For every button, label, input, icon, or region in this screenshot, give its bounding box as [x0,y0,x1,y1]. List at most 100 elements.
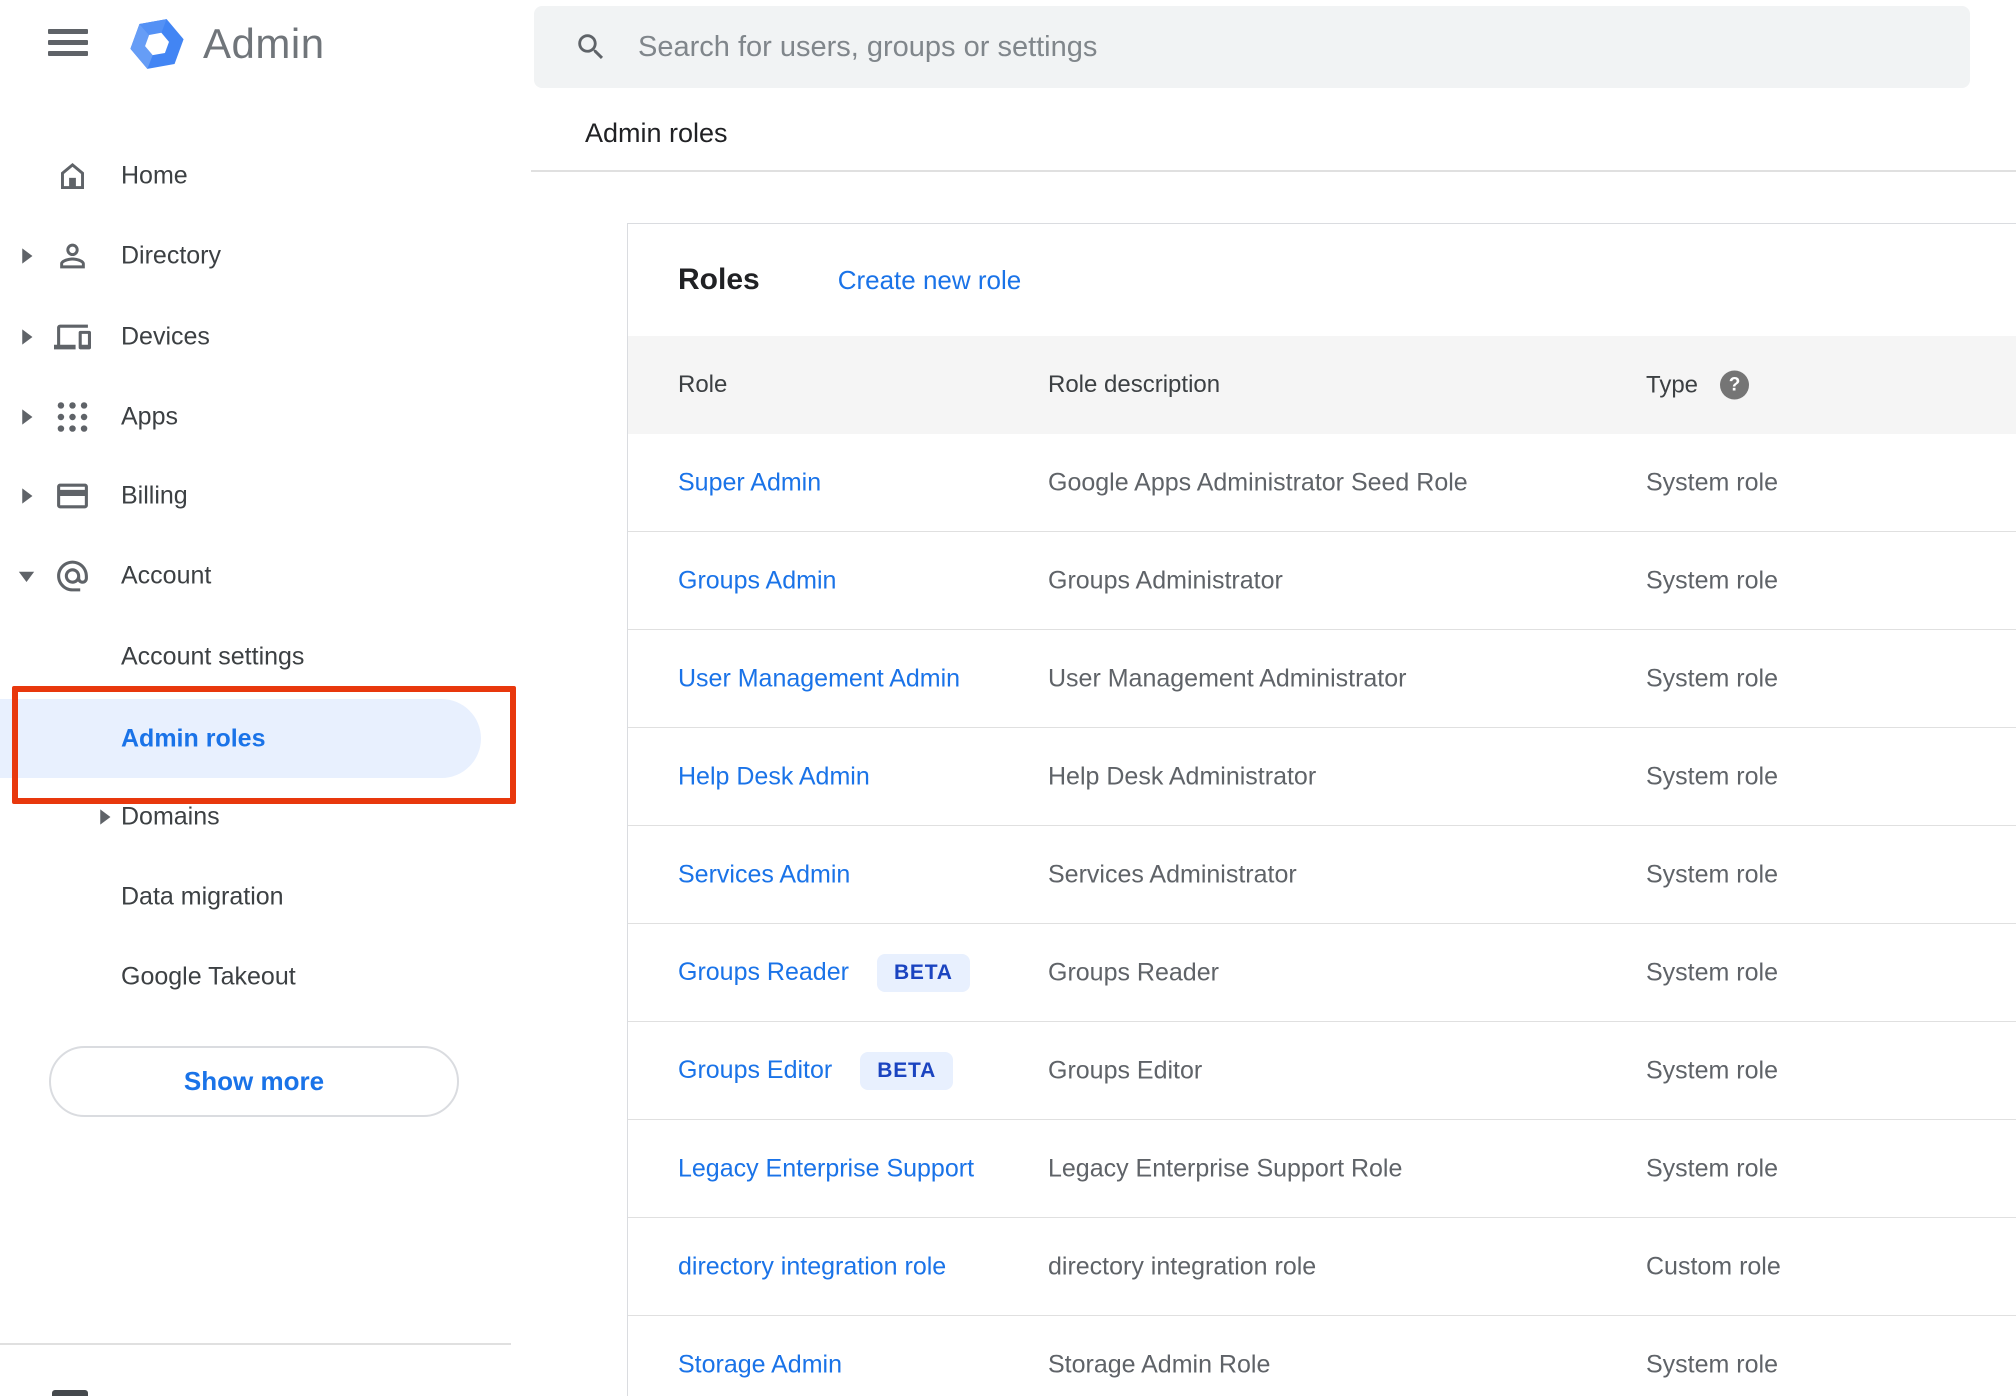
sidebar-item-label: Google Takeout [121,962,296,991]
role-type: Custom role [1646,1252,1781,1280]
role-type: System role [1646,1056,1778,1084]
help-icon[interactable]: ? [1720,370,1750,400]
chevron-down-icon[interactable] [18,568,35,585]
roles-panel-header: Roles Create new role [628,224,2016,336]
role-description: Storage Admin Role [1048,1350,1271,1378]
role-type: System role [1646,664,1778,692]
sidebar-item-label: Home [121,161,188,190]
chevron-right-icon[interactable] [18,409,35,426]
sidebar-item-directory[interactable]: Directory [0,216,511,296]
sidebar-item-account-settings[interactable]: Account settings [0,617,511,697]
sidebar-item-admin-roles-selected[interactable]: Admin roles [0,699,481,778]
google-admin-console: Admin Home Directory Devices Apps Billin… [0,0,2016,1396]
role-description: Groups Reader [1048,958,1219,986]
roles-panel: Roles Create new role Role Role descript… [627,223,2016,1396]
table-row: Storage Admin Storage Admin Role System … [628,1316,2016,1396]
table-row: User Management Admin User Management Ad… [628,630,2016,728]
sidebar-item-label: Domains [121,802,220,831]
role-link[interactable]: Groups Admin [678,566,836,595]
role-type: System role [1646,958,1778,986]
role-link[interactable]: Groups Editor [678,1056,832,1085]
role-description: Groups Editor [1048,1056,1203,1084]
column-header-type-label: Type [1646,371,1699,398]
sidebar-item-label: Directory [121,241,222,270]
sidebar-item-label: Account [121,561,212,590]
role-link[interactable]: Super Admin [678,468,821,497]
apps-grid-icon [54,399,91,436]
create-new-role-link[interactable]: Create new role [838,265,1022,296]
sidebar-item-google-takeout[interactable]: Google Takeout [0,937,511,1017]
role-description: Legacy Enterprise Support Role [1048,1154,1403,1182]
sidebar: Admin Home Directory Devices Apps Billin… [0,0,531,1396]
sidebar-item-label: Billing [121,481,188,510]
role-link[interactable]: User Management Admin [678,664,960,693]
table-row: Groups Admin Groups Administrator System… [628,532,2016,630]
breadcrumb: Admin roles [585,118,728,148]
table-header-row: Role Role description Type ? [628,336,2016,434]
beta-badge: BETA [860,1051,954,1090]
chevron-right-icon[interactable] [18,488,35,505]
role-type: System role [1646,1350,1778,1378]
hamburger-menu-icon[interactable] [48,24,92,60]
role-link[interactable]: Help Desk Admin [678,762,870,791]
sidebar-bottom-divider [0,1343,511,1345]
product-name: Admin [203,20,325,67]
at-sign-icon [54,558,91,595]
breadcrumb-divider [531,170,2016,172]
table-row: Services Admin Services Administrator Sy… [628,826,2016,924]
admin-hexagon-icon [130,19,184,69]
column-header-role-description: Role description [1048,371,1221,398]
role-link[interactable]: Groups Reader [678,958,849,987]
table-row: Legacy Enterprise Support Legacy Enterpr… [628,1120,2016,1218]
role-link[interactable]: directory integration role [678,1252,946,1281]
show-more-button[interactable]: Show more [49,1046,459,1117]
chevron-right-icon[interactable] [18,329,35,346]
column-header-role: Role [678,371,728,398]
role-description: Google Apps Administrator Seed Role [1048,468,1468,496]
table-row: Super Admin Google Apps Administrator Se… [628,434,2016,532]
sidebar-item-domains[interactable]: Domains [0,777,511,857]
role-description: Help Desk Administrator [1048,762,1317,790]
global-search-bar[interactable] [534,6,1970,88]
role-type: System role [1646,1154,1778,1182]
beta-badge: BETA [876,953,970,992]
person-icon [54,238,91,275]
table-row: directory integration role directory int… [628,1218,2016,1316]
role-description: directory integration role [1048,1252,1317,1280]
sidebar-item-billing[interactable]: Billing [0,456,511,536]
admin-logo: Admin [127,12,325,76]
partially-visible-icon [52,1390,88,1396]
sidebar-item-label: Admin roles [121,724,266,752]
chevron-right-icon[interactable] [18,248,35,265]
role-type: System role [1646,762,1778,790]
sidebar-item-home[interactable]: Home [0,136,511,216]
search-input[interactable] [636,29,1940,65]
role-description: User Management Administrator [1048,664,1407,692]
devices-icon [54,319,91,356]
role-link[interactable]: Legacy Enterprise Support [678,1154,974,1183]
search-icon [574,30,608,64]
chevron-right-icon[interactable] [96,809,113,826]
role-description: Services Administrator [1048,860,1297,888]
column-header-type: Type ? [1646,370,1750,400]
credit-card-icon [54,478,91,515]
table-row: Groups Reader BETA Groups Reader System … [628,924,2016,1022]
role-link[interactable]: Services Admin [678,860,850,889]
table-row: Help Desk Admin Help Desk Administrator … [628,728,2016,826]
sidebar-item-apps[interactable]: Apps [0,377,511,457]
role-link[interactable]: Storage Admin [678,1350,842,1379]
role-type: System role [1646,860,1778,888]
sidebar-item-label: Account settings [121,642,305,671]
roles-table-body: Super Admin Google Apps Administrator Se… [628,434,2016,1396]
sidebar-item-data-migration[interactable]: Data migration [0,857,511,937]
sidebar-item-label: Data migration [121,882,284,911]
table-row: Groups Editor BETA Groups Editor System … [628,1022,2016,1120]
role-type: System role [1646,468,1778,496]
sidebar-item-devices[interactable]: Devices [0,297,511,377]
sidebar-item-label: Devices [121,322,210,351]
sidebar-item-account[interactable]: Account [0,536,511,616]
home-icon [54,158,91,195]
panel-title: Roles [678,263,760,296]
role-description: Groups Administrator [1048,566,1283,594]
role-type: System role [1646,566,1778,594]
